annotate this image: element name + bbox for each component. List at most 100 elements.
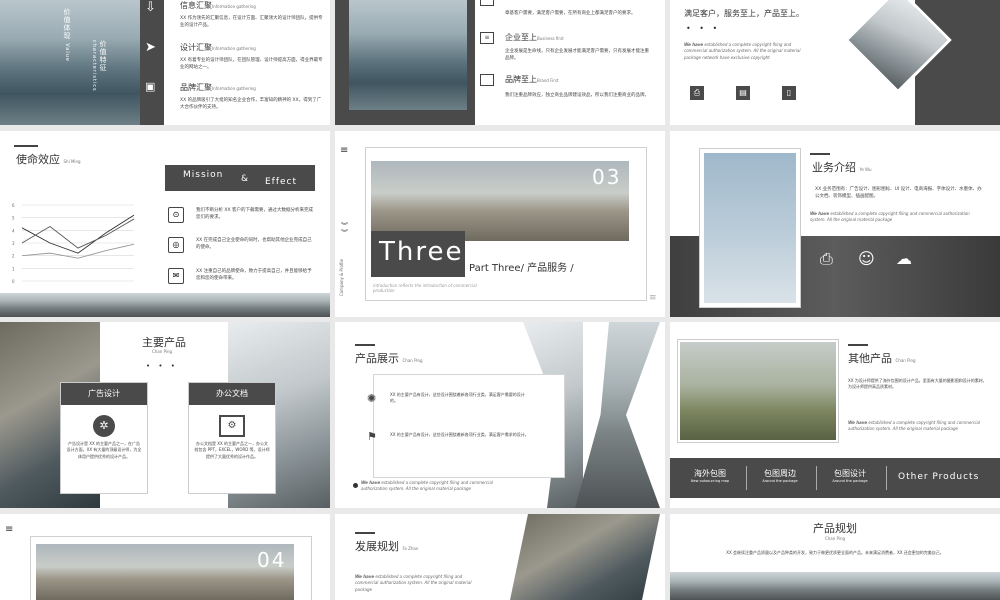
item-en: Information gathering bbox=[212, 4, 256, 9]
slide-planning[interactable]: 产品规划 Chan Ping XX 会继续注重产品质量以及产品种类的开发，致力于… bbox=[670, 514, 1000, 600]
slide-section-four[interactable]: ≡ 04 bbox=[0, 514, 330, 600]
item-body: XX 的品牌吸引了大批的知名企业合作，丰富知的精神的 XX，得到了广大合作伙伴的… bbox=[180, 98, 322, 111]
list-icon bbox=[480, 0, 494, 6]
menu-icon[interactable]: ≡ bbox=[340, 145, 348, 156]
slide-slogan[interactable]: 满足客户，服务至上，产品至上。 • • • We have establishe… bbox=[670, 0, 1000, 125]
item-body: 我们注重品牌效应，独立商业品牌建设效品，所以我们注重商业的品牌。 bbox=[505, 93, 649, 98]
product-card-1[interactable]: 广告设计 ✲ 产告设计是 XX 的主要产品之一，在广告设计方面，XX 有大量的顶… bbox=[60, 382, 148, 494]
winter-field-photo bbox=[371, 161, 629, 241]
send-icon: ➤ bbox=[145, 40, 156, 55]
amp-label: & bbox=[241, 174, 249, 184]
tab-around[interactable]: 包图周边 Around the package bbox=[750, 468, 810, 483]
item-en: Information gathering bbox=[212, 46, 256, 51]
product-card-2[interactable]: 办公文档 ⚙ 办公文档是 XX 的主要产品之一，办公文档包含 PPT，EXCEL… bbox=[188, 382, 276, 494]
vertical-title-2: 价值特征 characteristics bbox=[91, 40, 107, 92]
text-frame bbox=[373, 374, 565, 478]
line-chart: 6 5 4 3 2 1 0 bbox=[12, 203, 135, 284]
shield-icon: ⊙ bbox=[168, 207, 184, 223]
valley-photo bbox=[678, 340, 838, 442]
coast-photo bbox=[349, 0, 467, 110]
item-en: Brand First bbox=[537, 78, 559, 83]
card-body: 办公文档是 XX 的主要产品之一，办公文档包含 PPT，EXCEL，WORD 等… bbox=[194, 441, 270, 459]
slide-development[interactable]: 发展规划 Fa Zhan We have established a compl… bbox=[335, 514, 665, 600]
print-icon[interactable]: ⎙ bbox=[690, 86, 704, 100]
tab-overseas[interactable]: 海外包图 New outsourcing map bbox=[680, 468, 740, 483]
item-body: XX 有着专业的设计师团队，在团队管理、设计师提高方面，得业界最专业的网站之一。 bbox=[180, 58, 323, 71]
globe-icon: ✺ bbox=[367, 392, 377, 405]
briefcase-icon[interactable]: ▤ bbox=[736, 86, 750, 100]
download-icon: ⇩ bbox=[145, 0, 156, 15]
slide-other-products[interactable]: 其他产品 Chan Ping XX 为设计师提供了海外包围的设计产品，里面有大量… bbox=[670, 322, 1000, 508]
y-tick-label: 0 bbox=[12, 279, 15, 284]
item-title: 品牌至上 bbox=[505, 75, 537, 84]
mission-banner: Mission & Effect bbox=[165, 165, 315, 191]
slide-title: 主要产品 bbox=[142, 336, 186, 349]
en-paragraph: We have established a complete copyright… bbox=[684, 42, 801, 60]
x-photo-right bbox=[575, 322, 660, 508]
chat-icon[interactable]: ☁ bbox=[896, 249, 912, 268]
book-icon[interactable]: ▯ bbox=[782, 86, 796, 100]
user-icon[interactable]: ☺ bbox=[858, 249, 875, 268]
display-item-2: XX 的主要产品有设计，这些设计围绕着新各项行业类，满足客户需求的设计。 bbox=[390, 432, 529, 437]
slide-service[interactable]: 章基客户需要，满足客户需要，在所有商业上都满足客户的要求。 ≡ 企业至上Busi… bbox=[335, 0, 665, 125]
slide-title: 使命效应 Shi Ming bbox=[16, 153, 81, 166]
item-body: XX 在完成自己企业使命的同时，也帮助其他企业完成自己的使命。 bbox=[196, 238, 312, 251]
item-title: 企业至上 bbox=[505, 33, 537, 42]
en-paragraph: We have established a complete copyright… bbox=[848, 420, 980, 432]
winter-field-photo bbox=[36, 544, 294, 600]
item-title: 品牌汇聚 bbox=[180, 83, 212, 92]
y-tick-label: 3 bbox=[12, 241, 15, 246]
dots: • • • bbox=[686, 24, 721, 33]
other-body: XX 为设计师提供了海外包围的设计产品，里面有大量的摄影图和设计的素材，为设计师… bbox=[848, 378, 987, 390]
slide-value[interactable]: 价值体现 Value 价值特征 characteristics ⇩ ➤ ▣ 信息… bbox=[0, 0, 330, 125]
slide-title: 业务介绍 Ye Wu bbox=[812, 161, 872, 174]
title-line bbox=[810, 153, 830, 155]
item-1: 信息汇聚Information gathering XX 作为领先的汇聚信息，在… bbox=[180, 0, 325, 29]
tab-bar: 海外包图 New outsourcing map 包图周边 Around the p… bbox=[670, 458, 1000, 498]
y-tick-label: 6 bbox=[12, 203, 15, 208]
mission-label: Mission bbox=[183, 170, 224, 180]
tab-divider bbox=[816, 466, 817, 490]
card-head: 办公文档 bbox=[189, 383, 275, 405]
vertical-title: 价值体现 Value bbox=[63, 8, 71, 62]
business-body: XX 业务范围有：广告设计、图形图标、UI 设计、电商海报、字体设计、水墨体、办… bbox=[815, 187, 982, 200]
mountain-photo bbox=[670, 572, 1000, 600]
series-line-2 bbox=[21, 218, 135, 249]
menu-icon[interactable]: ≡ bbox=[5, 524, 13, 535]
menu-icon-small[interactable]: ≡ bbox=[649, 293, 657, 303]
slide-section-three[interactable]: ≡ ︾ ︾ Company & Profile 03 Three Part Thr… bbox=[335, 131, 665, 317]
tab-design[interactable]: 包图设计 Around the package bbox=[820, 468, 880, 483]
item-3: 品牌汇聚Information gathering XX 的品牌吸引了大批的知名… bbox=[180, 82, 325, 111]
camera-icon: ◎ bbox=[168, 237, 184, 253]
mail-icon: ✉ bbox=[168, 268, 184, 284]
slide-product-display[interactable]: 产品展示 Chan Ping ✺ XX 的主要产品有设计，这些设计围绕着新各项行… bbox=[335, 322, 665, 508]
y-tick-label: 2 bbox=[12, 254, 15, 259]
slide-title: 发展规划 Fa Zhan bbox=[355, 540, 419, 553]
en-paragraph: We have established a complete copyright… bbox=[810, 211, 970, 223]
city-photo-strip bbox=[0, 293, 330, 317]
slide-main-products[interactable]: 主要产品 Chan Ping • • • 广告设计 ✲ 产告设计是 XX 的主要… bbox=[0, 322, 330, 508]
title-line bbox=[355, 344, 375, 346]
section-desc: introduction reflects the introduction o… bbox=[373, 283, 477, 293]
series-line-3 bbox=[21, 243, 135, 259]
title-line bbox=[848, 344, 868, 346]
tab-divider bbox=[886, 466, 887, 490]
slide-title: 产品展示 Chan Ping bbox=[355, 352, 423, 365]
y-tick-label: 1 bbox=[12, 266, 15, 271]
item-body: 我们不断分析 XX 客户的下载需要，通过大数据分析来完成您们的要求。 bbox=[196, 208, 314, 221]
en-paragraph: We have established a complete copyright… bbox=[355, 574, 472, 592]
other-products-label: Other Products bbox=[898, 472, 980, 482]
item-body: 企业发展是生命线，只有企业发展才能满足客户需要，只有发展才能注重品牌。 bbox=[505, 49, 649, 62]
slide-business[interactable]: 业务介绍 Ye Wu XX 业务范围有：广告设计、图形图标、UI 设计、电商海报… bbox=[670, 131, 1000, 317]
camera-icon: ▣ bbox=[145, 80, 156, 93]
slide-mission[interactable]: 使命效应 Shi Ming Mission & Effect 6 5 4 3 2 1 0 ⊙… bbox=[0, 131, 330, 317]
bullet-dot bbox=[353, 483, 358, 488]
printer-icon[interactable]: ⎙ bbox=[820, 249, 833, 269]
item-en: Information gathering bbox=[212, 86, 256, 91]
series-line-1 bbox=[21, 214, 135, 254]
handshake-icon: ⚑ bbox=[367, 430, 377, 443]
planning-body: XX 会继续注重产品质量以及产品种类的开发，致力于做更优质更全面的产品。未来满足… bbox=[726, 550, 944, 555]
side-text: Company & Profile bbox=[339, 259, 344, 297]
dots: • • • bbox=[146, 362, 178, 370]
network-icon: ✲ bbox=[93, 415, 115, 437]
